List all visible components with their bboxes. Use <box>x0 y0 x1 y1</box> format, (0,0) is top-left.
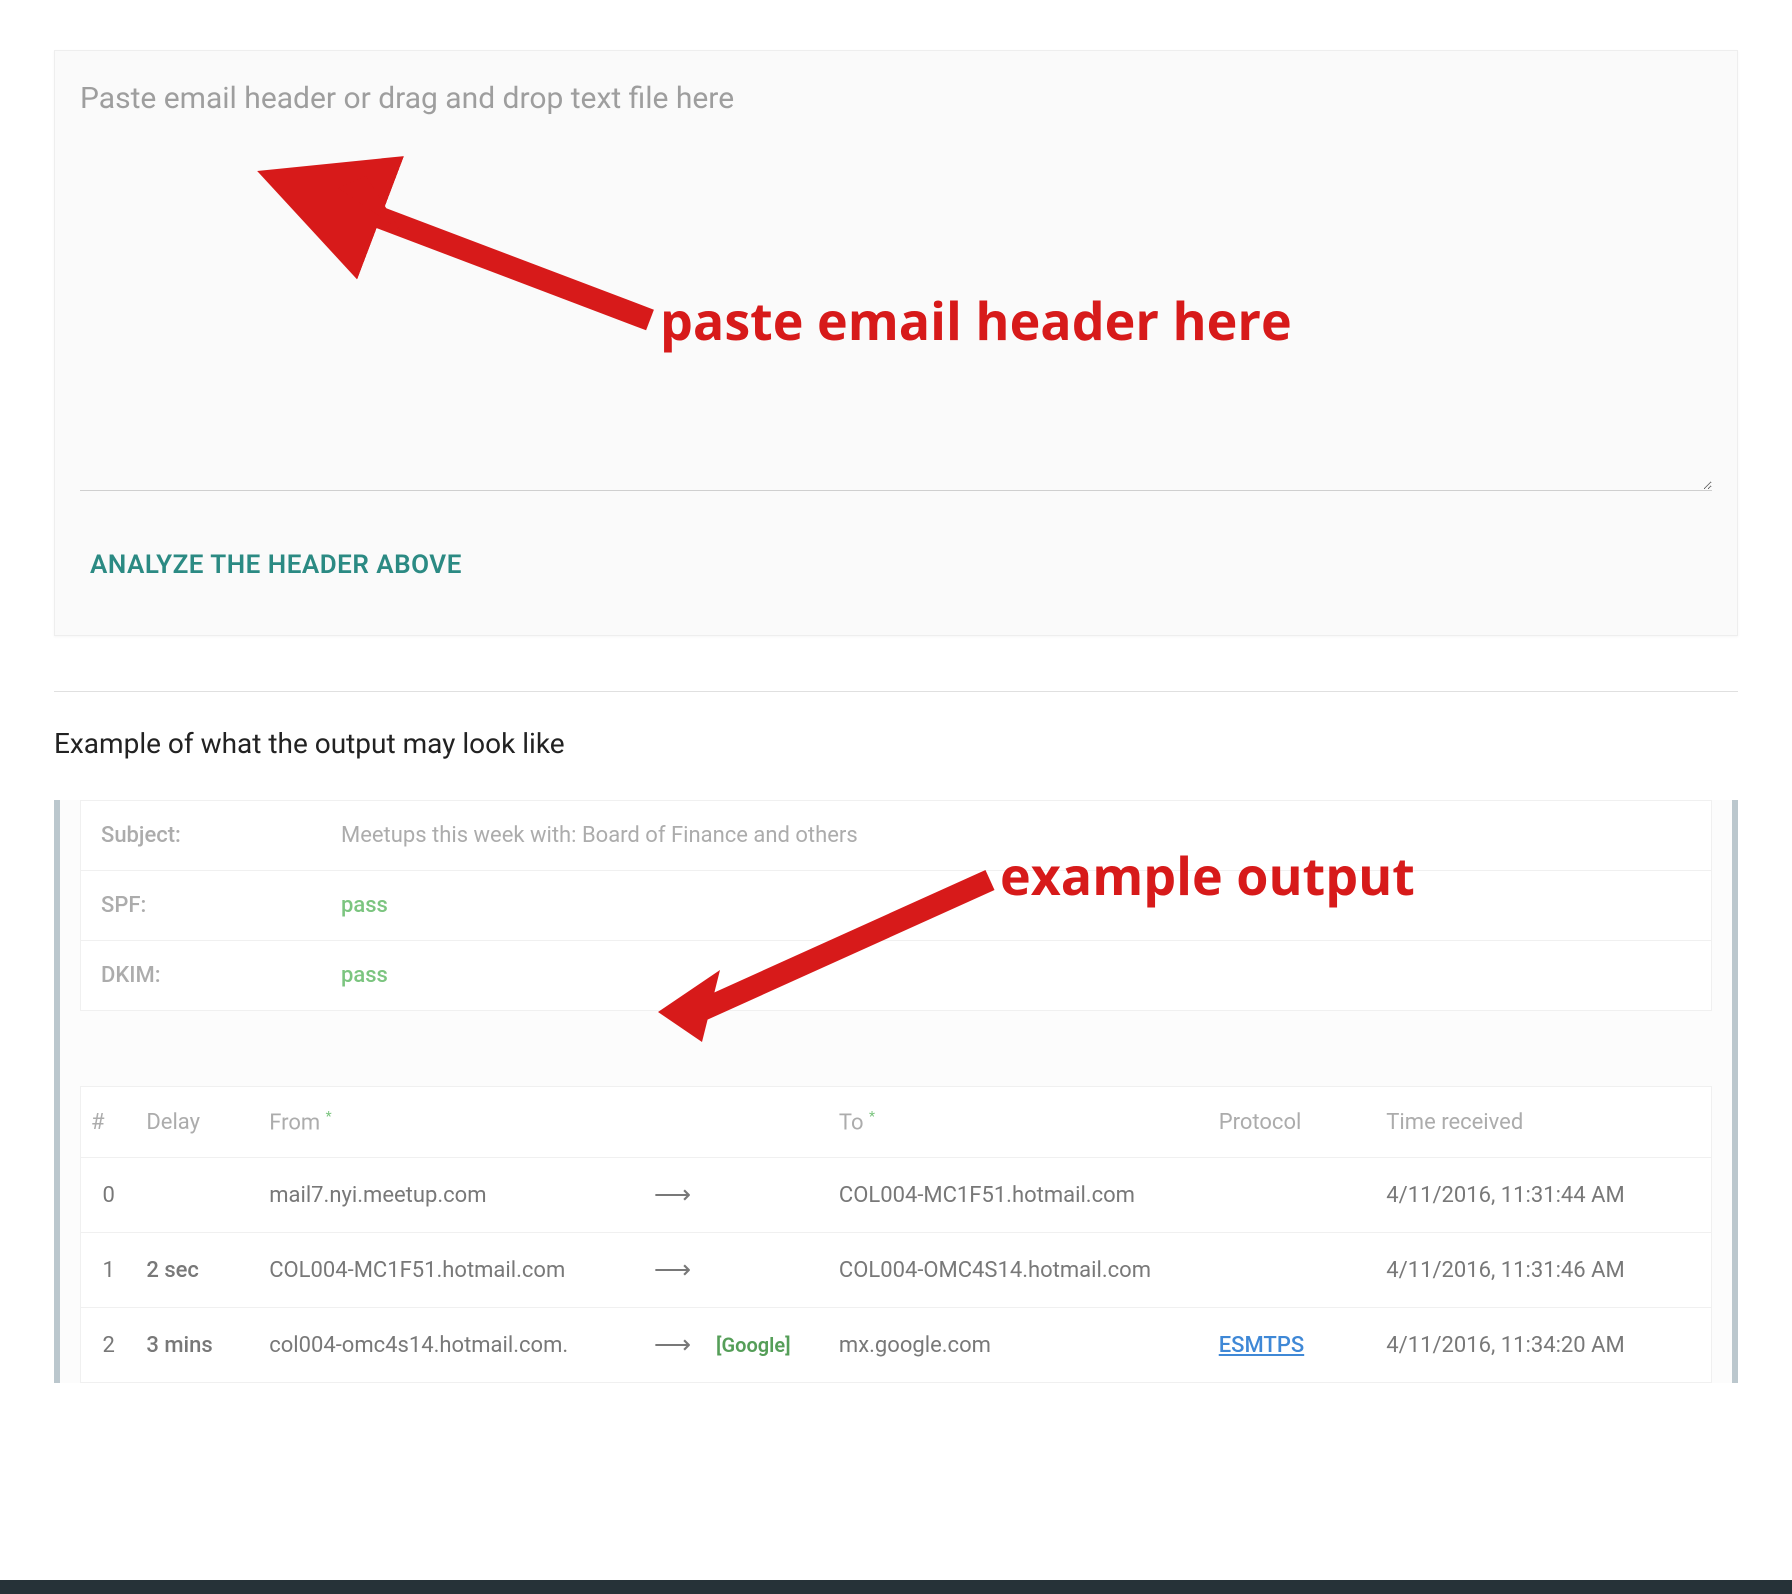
cell-tag <box>706 1233 829 1308</box>
cell-time: 4/11/2016, 11:31:46 AM <box>1376 1233 1711 1308</box>
hops-header-row: # Delay From * To * Protocol Time receiv… <box>81 1087 1712 1158</box>
table-row: 23 minscol004-omc4s14.hotmail.com.⟶[Goog… <box>81 1308 1712 1383</box>
arrow-icon: ⟶ <box>639 1308 706 1383</box>
cell-from: COL004-MC1F51.hotmail.com <box>259 1233 639 1308</box>
meta-val-dkim: pass <box>341 963 388 988</box>
table-row: 0 mail7.nyi.meetup.com⟶ COL004-MC1F51.hotm… <box>81 1158 1712 1233</box>
meta-val-subject: Meetups this week with: Board of Finance… <box>341 823 858 848</box>
cell-to: mx.google.com <box>829 1308 1209 1383</box>
analyze-row: ANALYZE THE HEADER ABOVE <box>55 495 1737 635</box>
meta-key-spf: SPF: <box>101 893 341 918</box>
example-output-panel: Subject: Meetups this week with: Board o… <box>54 800 1738 1383</box>
col-from: From * <box>259 1087 639 1158</box>
meta-row-subject: Subject: Meetups this week with: Board o… <box>81 801 1711 871</box>
cell-to: COL004-MC1F51.hotmail.com <box>829 1158 1209 1233</box>
cell-protocol <box>1209 1233 1377 1308</box>
arrow-icon: ⟶ <box>639 1233 706 1308</box>
header-input-card: ANALYZE THE HEADER ABOVE <box>54 50 1738 636</box>
meta-key-dkim: DKIM: <box>101 963 341 988</box>
cell-tag: [Google] <box>706 1308 829 1383</box>
analyze-button[interactable]: ANALYZE THE HEADER ABOVE <box>90 550 462 580</box>
protocol-link[interactable]: ESMTPS <box>1219 1333 1304 1358</box>
cell-tag <box>706 1158 829 1233</box>
meta-key-subject: Subject: <box>101 823 341 848</box>
textarea-wrapper <box>55 51 1737 495</box>
cell-idx: 0 <box>81 1158 137 1233</box>
example-output-label: Example of what the output may look like <box>54 727 1738 760</box>
col-arrow-h <box>639 1087 706 1158</box>
cell-idx: 1 <box>81 1233 137 1308</box>
cell-from: col004-omc4s14.hotmail.com. <box>259 1308 639 1383</box>
arrow-icon: ⟶ <box>639 1158 706 1233</box>
asterisk-icon: * <box>326 1109 332 1125</box>
meta-val-spf: pass <box>341 893 388 918</box>
col-proto: Protocol <box>1209 1087 1377 1158</box>
col-tag-h <box>706 1087 829 1158</box>
cell-to: COL004-OMC4S14.hotmail.com <box>829 1233 1209 1308</box>
hops-table: # Delay From * To * Protocol Time receiv… <box>80 1086 1712 1383</box>
email-header-input[interactable] <box>80 81 1712 491</box>
cell-idx: 2 <box>81 1308 137 1383</box>
col-to: To * <box>829 1087 1209 1158</box>
meta-row-spf: SPF: pass <box>81 871 1711 941</box>
cell-from: mail7.nyi.meetup.com <box>259 1158 639 1233</box>
col-idx: # <box>81 1087 137 1158</box>
cell-protocol: ESMTPS <box>1209 1308 1377 1383</box>
table-row: 12 secCOL004-MC1F51.hotmail.com⟶ COL004-O… <box>81 1233 1712 1308</box>
divider <box>54 691 1738 692</box>
col-time: Time received <box>1376 1087 1711 1158</box>
footer-bar <box>0 1580 1792 1594</box>
cell-delay: 2 sec <box>136 1233 259 1308</box>
col-delay: Delay <box>136 1087 259 1158</box>
meta-table: Subject: Meetups this week with: Board o… <box>80 800 1712 1011</box>
cell-delay <box>136 1158 259 1233</box>
cell-delay: 3 mins <box>136 1308 259 1383</box>
meta-row-dkim: DKIM: pass <box>81 941 1711 1010</box>
asterisk-icon: * <box>869 1109 875 1125</box>
cell-protocol <box>1209 1158 1377 1233</box>
cell-time: 4/11/2016, 11:31:44 AM <box>1376 1158 1711 1233</box>
cell-time: 4/11/2016, 11:34:20 AM <box>1376 1308 1711 1383</box>
